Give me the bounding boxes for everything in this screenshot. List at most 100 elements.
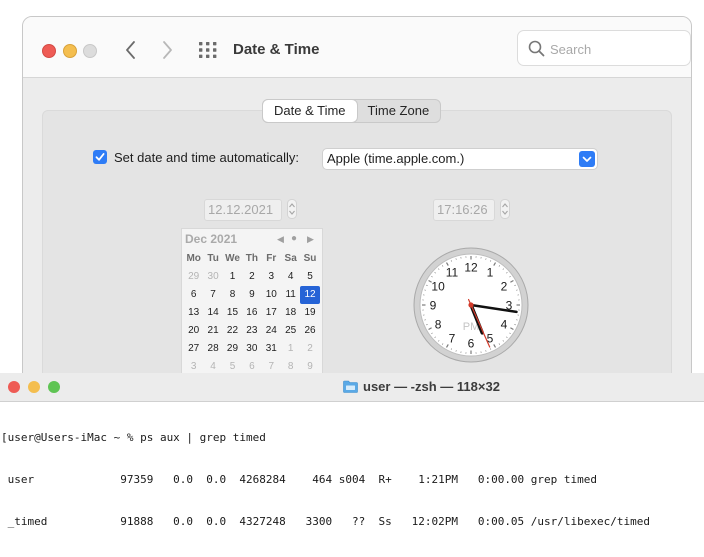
system-preferences-window: Date & Time Date & Time Time Zone Set da… xyxy=(22,16,692,398)
auto-set-checkbox[interactable] xyxy=(93,150,107,164)
calendar-day[interactable]: 13 xyxy=(184,304,203,322)
window-titlebar: Date & Time xyxy=(23,17,691,78)
calendar-day[interactable]: 28 xyxy=(203,340,222,358)
chevron-down-icon xyxy=(579,151,595,167)
date-field[interactable]: 12.12.2021 xyxy=(204,199,282,221)
calendar-day[interactable]: 15 xyxy=(223,304,242,322)
time-field[interactable]: 17:16:26 xyxy=(433,199,495,221)
calendar-day[interactable]: 16 xyxy=(242,304,261,322)
dropdown-button[interactable] xyxy=(579,151,595,167)
calendar-day[interactable]: 30 xyxy=(203,268,222,286)
calendar-day[interactable]: 17 xyxy=(262,304,281,322)
terminal-line: user 97359 0.0 0.0 4268284 464 s004 R+ 1… xyxy=(1,473,650,487)
chevron-updown-icon[interactable] xyxy=(500,199,510,219)
zoom-button[interactable] xyxy=(48,381,60,393)
show-all-button[interactable] xyxy=(198,41,218,59)
calendar-today-icon[interactable]: ● xyxy=(291,233,297,244)
clock-numeral: 1 xyxy=(487,266,494,280)
calendar-day[interactable]: 4 xyxy=(281,268,300,286)
terminal-line: [user@Users-iMac ~ % ps aux | grep timed xyxy=(1,431,650,445)
clock-numeral: 8 xyxy=(435,318,442,332)
terminal-output[interactable]: [user@Users-iMac ~ % ps aux | grep timed… xyxy=(1,403,650,557)
clock-numeral: 11 xyxy=(446,266,459,280)
calendar-prev-icon[interactable]: ◀ xyxy=(277,234,284,245)
tab-time-zone[interactable]: Time Zone xyxy=(357,100,441,122)
calendar-day[interactable]: 1 xyxy=(281,340,300,358)
calendar-grid: MoTuWeThFrSaSu29301234567891011121314151… xyxy=(184,250,320,376)
calendar-day[interactable]: 27 xyxy=(184,340,203,358)
time-server-value: Apple (time.apple.com.) xyxy=(327,151,464,166)
grid-icon xyxy=(198,41,218,59)
calendar-day[interactable]: 6 xyxy=(184,286,203,304)
zoom-button[interactable] xyxy=(83,44,97,58)
calendar-weekday: Fr xyxy=(262,250,281,268)
calendar-day[interactable]: 14 xyxy=(203,304,222,322)
calendar-day[interactable]: 11 xyxy=(281,286,300,304)
calendar-day[interactable]: 29 xyxy=(184,268,203,286)
forward-button[interactable] xyxy=(157,39,177,61)
clock-center-pin xyxy=(468,302,473,307)
calendar-day[interactable]: 26 xyxy=(300,322,319,340)
search-field[interactable] xyxy=(517,30,691,66)
calendar-day[interactable]: 9 xyxy=(242,286,261,304)
calendar-day[interactable]: 23 xyxy=(242,322,261,340)
calendar-weekday: Su xyxy=(300,250,319,268)
tab-date-time[interactable]: Date & Time xyxy=(263,100,357,122)
chevron-updown-icon[interactable] xyxy=(287,199,297,219)
clock-numeral: 6 xyxy=(468,337,475,351)
calendar-day[interactable]: 2 xyxy=(300,340,319,358)
terminal-window: user — -zsh — 118×32 [user@Users-iMac ~ … xyxy=(0,373,704,524)
chevron-right-icon xyxy=(157,39,177,61)
calendar-day[interactable]: 25 xyxy=(281,322,300,340)
terminal-line: _timed 91888 0.0 0.0 4327248 3300 ?? Ss … xyxy=(1,515,650,529)
calendar-day[interactable]: 12 xyxy=(300,286,319,304)
terminal-titlebar: user — -zsh — 118×32 xyxy=(0,373,704,402)
search-input[interactable] xyxy=(548,39,682,59)
close-button[interactable] xyxy=(42,44,56,58)
calendar-day[interactable]: 24 xyxy=(262,322,281,340)
calendar-weekday: We xyxy=(223,250,242,268)
calendar-day[interactable]: 30 xyxy=(242,340,261,358)
clock-numeral: 4 xyxy=(501,318,508,332)
calendar: Dec 2021 ◀ ● ▶ MoTuWeThFrSaSu29301234567… xyxy=(181,228,323,380)
minimize-button[interactable] xyxy=(63,44,77,58)
calendar-day[interactable]: 22 xyxy=(223,322,242,340)
calendar-month: Dec 2021 xyxy=(185,232,237,246)
clock-numeral: 12 xyxy=(464,261,478,275)
calendar-day[interactable]: 20 xyxy=(184,322,203,340)
auto-set-label: Set date and time automatically: xyxy=(114,150,299,165)
calendar-weekday: Tu xyxy=(203,250,222,268)
calendar-day[interactable]: 2 xyxy=(242,268,261,286)
calendar-weekday: Sa xyxy=(281,250,300,268)
calendar-day[interactable]: 18 xyxy=(281,304,300,322)
calendar-day[interactable]: 29 xyxy=(223,340,242,358)
window-title: Date & Time xyxy=(233,41,319,58)
calendar-day[interactable]: 7 xyxy=(203,286,222,304)
calendar-day[interactable]: 3 xyxy=(262,268,281,286)
calendar-day[interactable]: 31 xyxy=(262,340,281,358)
calendar-weekday: Th xyxy=(242,250,261,268)
analog-clock: 121234567891011PM xyxy=(412,246,530,364)
calendar-day[interactable]: 5 xyxy=(300,268,319,286)
time-server-select[interactable]: Apple (time.apple.com.) xyxy=(322,148,598,170)
chevron-left-icon xyxy=(122,39,142,61)
calendar-day[interactable]: 8 xyxy=(223,286,242,304)
search-icon xyxy=(528,40,545,57)
clock-numeral: 2 xyxy=(501,280,508,294)
calendar-day[interactable]: 19 xyxy=(300,304,319,322)
calendar-day[interactable]: 10 xyxy=(262,286,281,304)
clock-numeral: 9 xyxy=(430,299,437,313)
calendar-day[interactable]: 1 xyxy=(223,268,242,286)
date-value: 12.12.2021 xyxy=(208,202,273,217)
terminal-title: user — -zsh — 118×32 xyxy=(363,379,500,394)
close-button[interactable] xyxy=(8,381,20,393)
back-button[interactable] xyxy=(122,39,142,61)
checkmark-icon xyxy=(95,152,105,162)
calendar-day[interactable]: 21 xyxy=(203,322,222,340)
time-value: 17:16:26 xyxy=(437,202,488,217)
tab-bar: Date & Time Time Zone xyxy=(262,99,441,123)
calendar-next-icon[interactable]: ▶ xyxy=(307,234,314,245)
minimize-button[interactable] xyxy=(28,381,40,393)
calendar-weekday: Mo xyxy=(184,250,203,268)
clock-numeral: 7 xyxy=(449,331,456,345)
